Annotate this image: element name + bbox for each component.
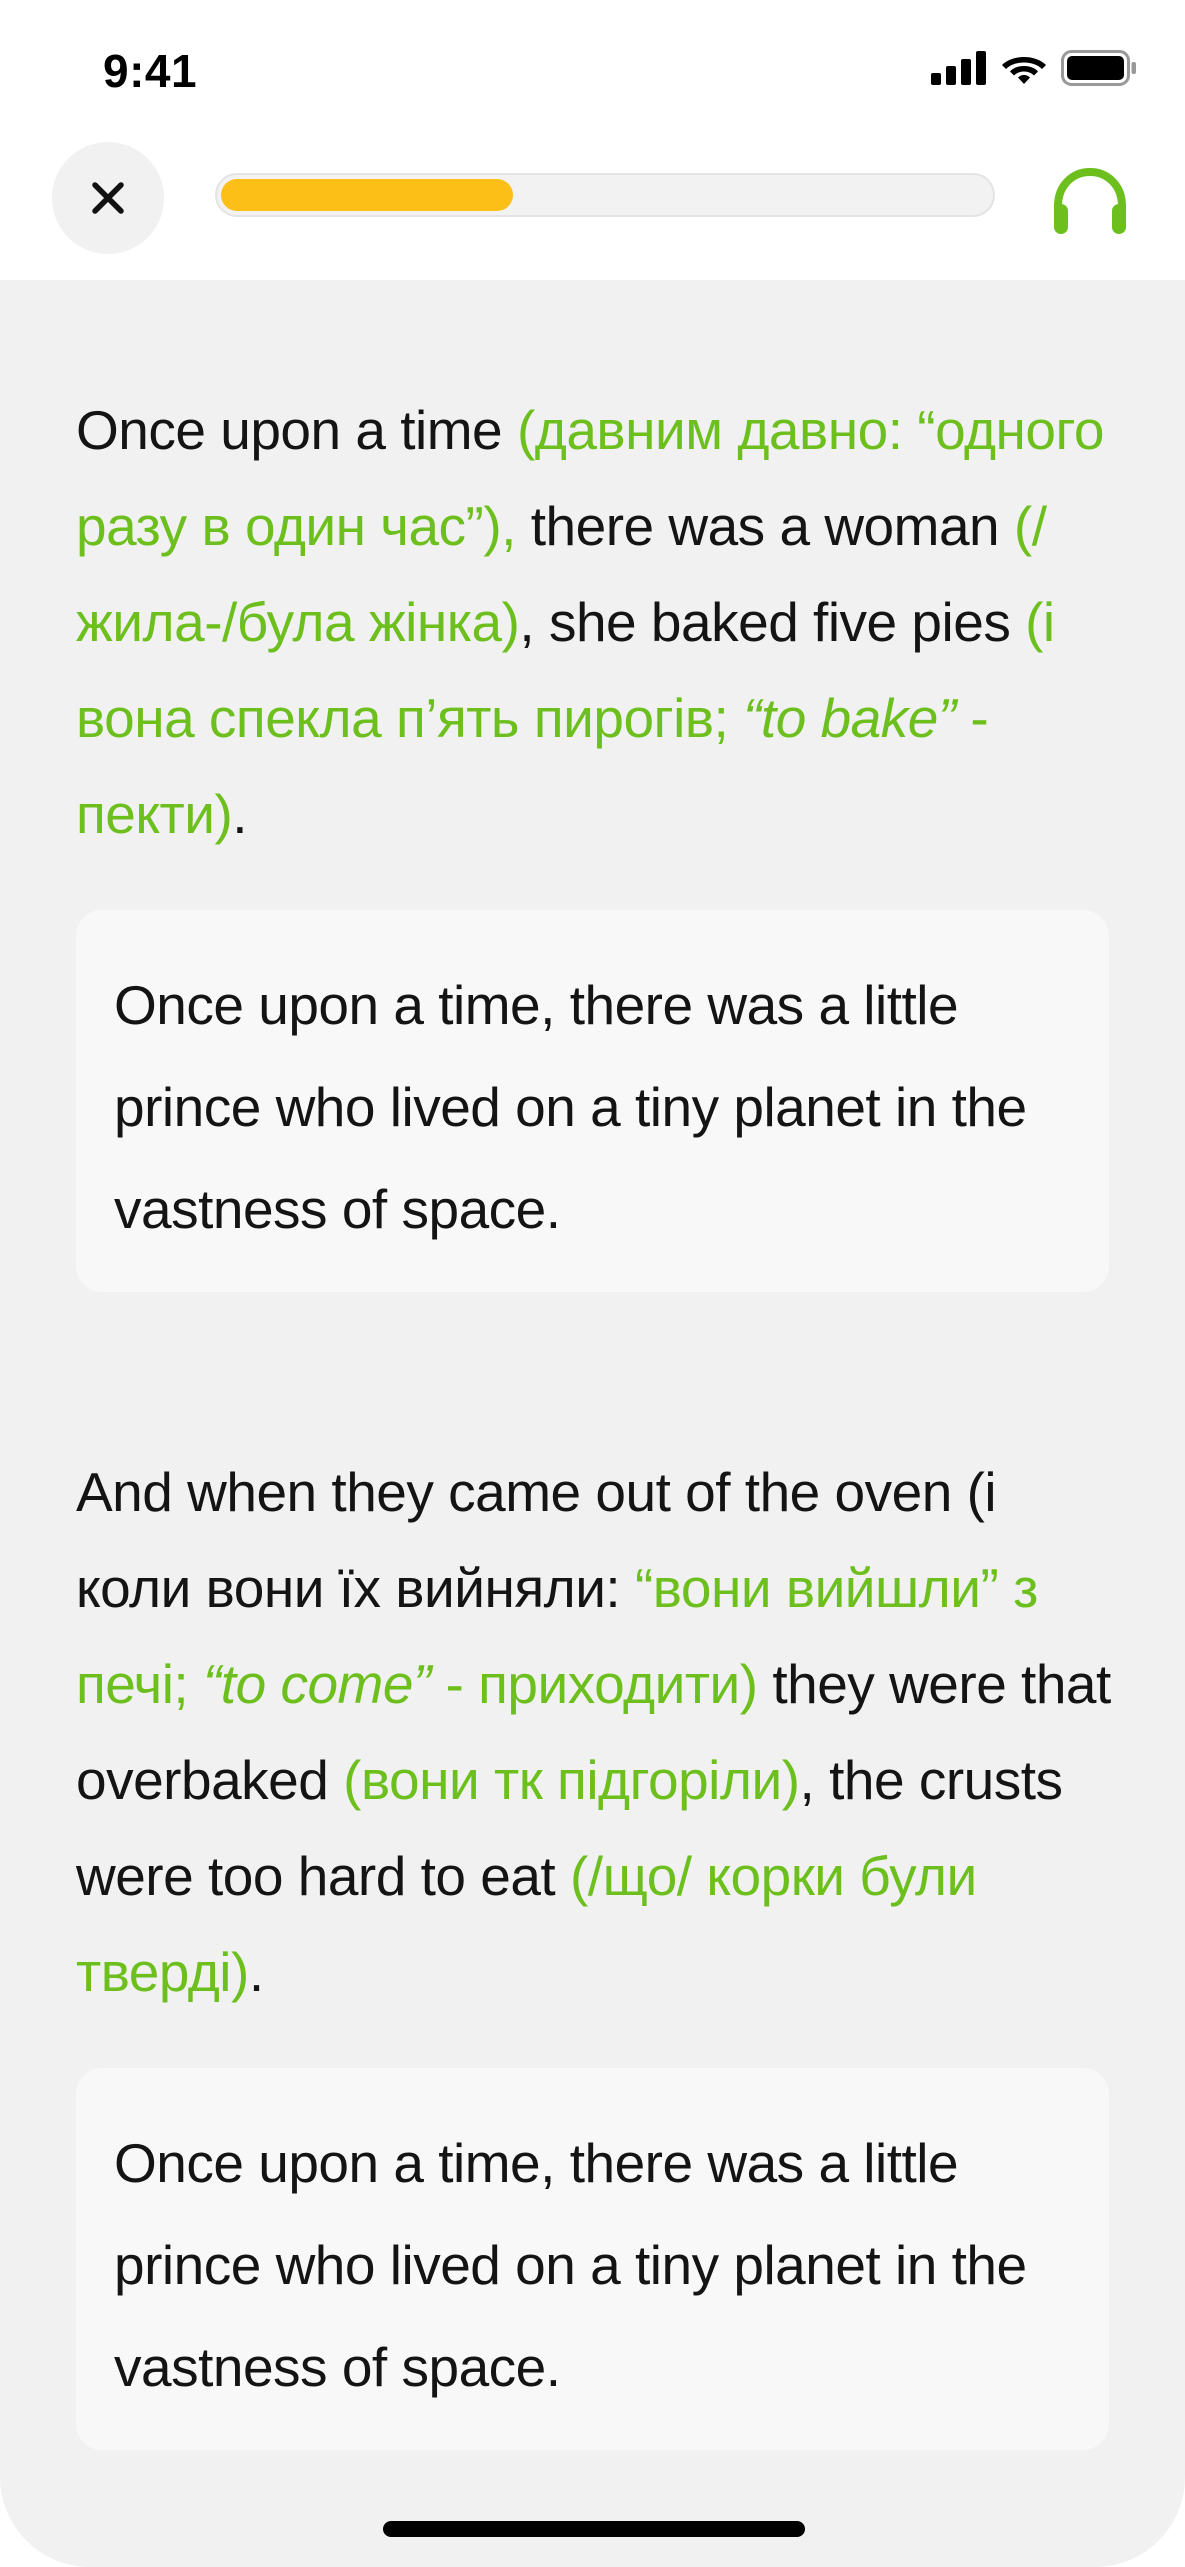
headphones-icon	[1054, 167, 1126, 234]
original-text: Once upon a time, there was a little pri…	[114, 2132, 1027, 2398]
screen: 9:41 Once upon a time (давним давно: “од…	[0, 0, 1185, 2567]
source-text: .	[248, 1941, 264, 2003]
translation-text: (вони тк підгоріли)	[343, 1749, 800, 1811]
close-icon	[92, 182, 124, 214]
translation-term: “to bake”	[743, 687, 956, 749]
battery-icon	[1061, 50, 1136, 86]
home-indicator	[383, 2521, 805, 2537]
audio-button[interactable]	[1040, 152, 1140, 252]
lesson-header	[0, 140, 1185, 280]
bilingual-paragraph: And when they came out of the oven (і ко…	[76, 1444, 1116, 2020]
close-button[interactable]	[52, 142, 164, 254]
translation-fragment: - приходити)	[430, 1653, 759, 1715]
source-text: Once upon a time	[76, 399, 517, 461]
original-text-card[interactable]: Once upon a time, there was a little pri…	[76, 910, 1109, 1292]
bilingual-paragraph: Once upon a time (давним давно: “одного …	[76, 382, 1116, 862]
wifi-icon	[1002, 57, 1046, 84]
status-icons	[931, 50, 1137, 86]
lesson-progress-bar	[215, 173, 995, 217]
source-text: , she baked five pies	[519, 591, 1026, 653]
original-text-card[interactable]: Once upon a time, there was a little pri…	[76, 2068, 1109, 2450]
lesson-content: Once upon a time (давним давно: “одного …	[0, 280, 1185, 2567]
status-time: 9:41	[103, 45, 198, 97]
source-text: there was a woman	[515, 495, 1014, 557]
status-bar: 9:41	[0, 0, 1185, 140]
lesson-progress-fill	[221, 179, 513, 211]
translation-term: “to come”	[202, 1653, 431, 1715]
source-text: .	[232, 783, 248, 845]
cellular-signal-icon	[931, 51, 986, 85]
original-text: Once upon a time, there was a little pri…	[114, 974, 1027, 1240]
